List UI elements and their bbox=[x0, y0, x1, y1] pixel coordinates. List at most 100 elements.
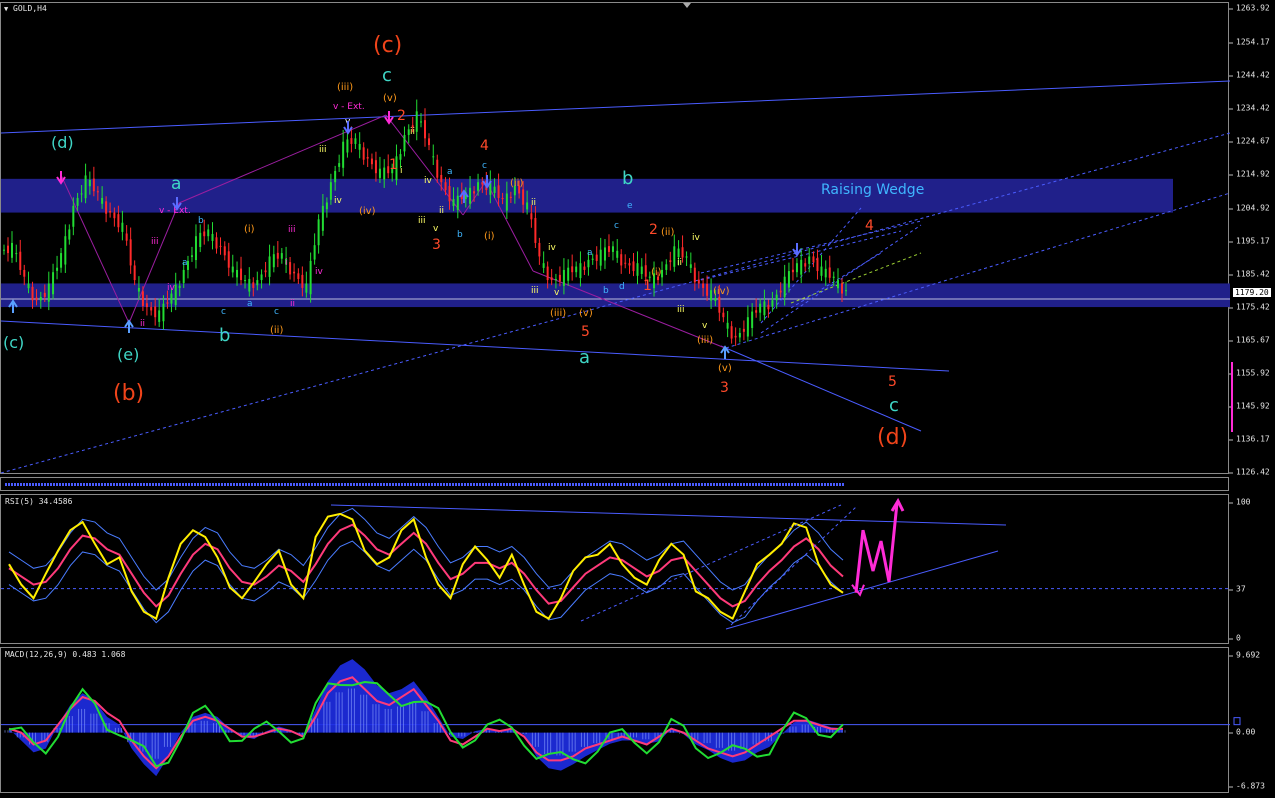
candle-body bbox=[166, 302, 169, 304]
wave-label: iv bbox=[334, 196, 343, 206]
separator-mark bbox=[164, 483, 166, 486]
trading-terminal: ▼ GOLD,H4 Raising Wedge (c) c (iii) (v) v - E… bbox=[0, 0, 1275, 798]
price-axis-tick-label: 1234.42 bbox=[1229, 103, 1270, 113]
candle-body bbox=[80, 193, 83, 195]
candle-body bbox=[779, 290, 782, 293]
wave-label: b bbox=[219, 325, 230, 346]
wave-label: (ii) bbox=[510, 178, 523, 189]
separator-mark bbox=[563, 483, 565, 486]
separator-mark bbox=[212, 483, 214, 486]
price-axis-tick-label: 1244.42 bbox=[1229, 70, 1270, 80]
candle-body bbox=[403, 134, 406, 152]
separator-mark bbox=[17, 483, 19, 486]
candle-body bbox=[301, 274, 304, 288]
separator-mark bbox=[125, 483, 127, 486]
separator-mark bbox=[347, 483, 349, 486]
separator-mark bbox=[791, 483, 793, 486]
candle-body bbox=[567, 267, 570, 281]
candle-body bbox=[493, 186, 496, 194]
separator-mark bbox=[416, 483, 418, 486]
candle-body bbox=[599, 249, 602, 266]
separator-mark bbox=[740, 483, 742, 486]
separator-mark bbox=[5, 483, 7, 486]
candle-body bbox=[252, 282, 255, 288]
dropdown-triangle-icon[interactable]: ▼ bbox=[4, 5, 8, 13]
separator-mark bbox=[491, 483, 493, 486]
separator-mark bbox=[794, 483, 796, 486]
candle-body bbox=[178, 285, 181, 288]
separator-mark bbox=[509, 483, 511, 486]
separator-mark bbox=[128, 483, 130, 486]
wave-label: a bbox=[247, 299, 253, 309]
candle-body bbox=[575, 266, 578, 273]
separator-mark bbox=[200, 483, 202, 486]
candle-body bbox=[771, 300, 774, 307]
separator-mark bbox=[368, 483, 370, 486]
candle-body bbox=[783, 276, 786, 298]
separator-mark bbox=[680, 483, 682, 486]
candle-body bbox=[297, 273, 300, 279]
separator-mark bbox=[410, 483, 412, 486]
wave-label: a bbox=[579, 347, 590, 368]
candle-body bbox=[583, 266, 586, 270]
separator-mark bbox=[536, 483, 538, 486]
separator-mark bbox=[686, 483, 688, 486]
candle-body bbox=[60, 253, 63, 268]
wave-label: ii bbox=[140, 319, 145, 329]
separator-mark bbox=[74, 483, 76, 486]
candle-body bbox=[595, 254, 598, 261]
candle-body bbox=[362, 147, 365, 160]
separator-mark bbox=[173, 483, 175, 486]
wave-arrow-up-icon bbox=[124, 319, 134, 333]
separator-mark bbox=[8, 483, 10, 486]
separator-mark bbox=[449, 483, 451, 486]
candle-body bbox=[293, 271, 296, 274]
candle-body bbox=[456, 195, 459, 210]
candle-body bbox=[501, 197, 504, 200]
separator-mark bbox=[179, 483, 181, 486]
wave-label: (iii) bbox=[337, 82, 353, 93]
price-axis-tick-label: 1263.92 bbox=[1229, 3, 1270, 13]
separator-mark bbox=[407, 483, 409, 486]
candle-body bbox=[317, 219, 320, 246]
rsi-pane[interactable]: RSI(5) 34.4586 bbox=[0, 494, 1230, 644]
wave-label: iii bbox=[319, 145, 327, 155]
rsi-projection-arrow bbox=[854, 502, 899, 593]
wave-label: ii bbox=[677, 258, 682, 268]
separator-mark bbox=[53, 483, 55, 486]
candle-body bbox=[522, 189, 525, 205]
separator-mark bbox=[71, 483, 73, 486]
separator-mark bbox=[590, 483, 592, 486]
price-chart-pane[interactable]: Raising Wedge (c) c (iii) (v) v - Ext. v 2 (d) a v… bbox=[0, 2, 1231, 474]
candle-body bbox=[791, 269, 794, 273]
candle-body bbox=[550, 277, 553, 281]
candle-body bbox=[808, 256, 811, 264]
macd-axis-tick-label: 0.00 bbox=[1228, 727, 1256, 737]
separator-mark bbox=[170, 483, 172, 486]
separator-mark bbox=[701, 483, 703, 486]
wave-label: 3 bbox=[720, 380, 729, 396]
separator-mark bbox=[269, 483, 271, 486]
separator-mark bbox=[668, 483, 670, 486]
separator-mark bbox=[827, 483, 829, 486]
scroll-marker-icon[interactable] bbox=[683, 3, 691, 8]
separator-mark bbox=[800, 483, 802, 486]
separator-mark bbox=[302, 483, 304, 486]
symbol-label[interactable]: ▼ GOLD,H4 bbox=[4, 4, 47, 13]
candle-body bbox=[370, 158, 373, 165]
separator-mark bbox=[506, 483, 508, 486]
candle-body bbox=[571, 266, 574, 273]
candle-body bbox=[440, 175, 443, 183]
wave-label: i bbox=[400, 166, 403, 176]
candle-body bbox=[477, 182, 480, 191]
separator-mark bbox=[839, 483, 841, 486]
candle-body bbox=[620, 254, 623, 266]
candle-body bbox=[432, 156, 435, 158]
separator-mark bbox=[722, 483, 724, 486]
separator-mark bbox=[518, 483, 520, 486]
separator-mark bbox=[38, 483, 40, 486]
candle-body bbox=[787, 271, 790, 288]
candle-body bbox=[174, 284, 177, 306]
separator-mark bbox=[824, 483, 826, 486]
macd-pane[interactable]: MACD(12,26,9) 0.483 1.068 bbox=[0, 647, 1241, 793]
